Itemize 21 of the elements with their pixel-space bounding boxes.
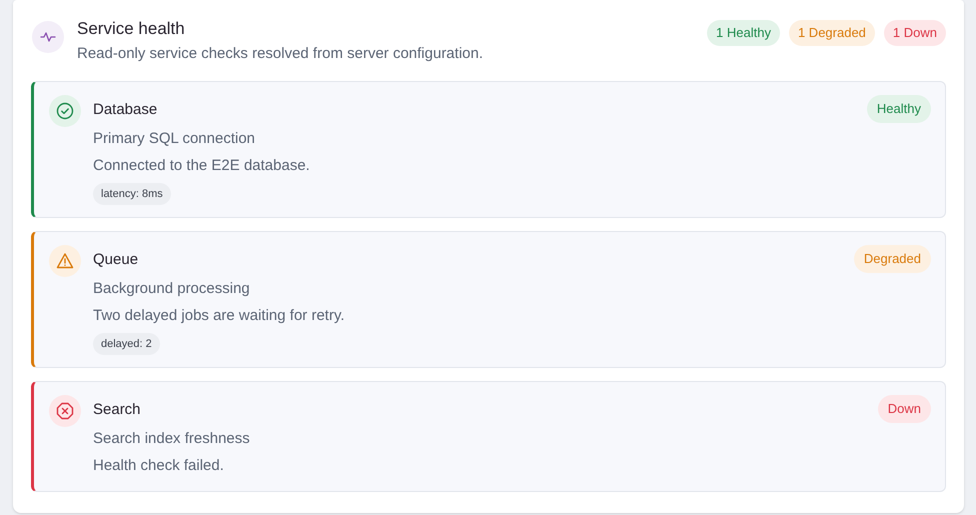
service-description: Background processing (93, 279, 250, 299)
service-message: Two delayed jobs are waiting for retry. (93, 306, 345, 326)
metric-tag: latency: 8ms (93, 183, 171, 205)
status-badge: Degraded (854, 245, 931, 273)
activity-icon (32, 21, 64, 53)
status-count-badge: 1 Degraded (788, 20, 875, 46)
card-title: Service health (77, 18, 186, 40)
metric-tag: delayed: 2 (93, 333, 160, 355)
status-count-badge: 1 Down (884, 20, 946, 46)
service-message: Health check failed. (93, 456, 224, 476)
status-badge: Down (878, 395, 931, 423)
status-badge: Healthy (866, 95, 931, 123)
service-name: Queue (93, 250, 138, 270)
service-message: Connected to the E2E database. (93, 156, 310, 176)
service-description: Primary SQL connection (93, 129, 256, 149)
service-name: Search (93, 400, 141, 420)
status-count-badge: 1 Healthy (707, 20, 780, 46)
warning-icon (49, 245, 81, 277)
service-description: Search index freshness (93, 429, 250, 449)
card-subtitle: Read-only service checks resolved from server configuration. (77, 44, 484, 64)
service-name: Database (93, 100, 158, 120)
